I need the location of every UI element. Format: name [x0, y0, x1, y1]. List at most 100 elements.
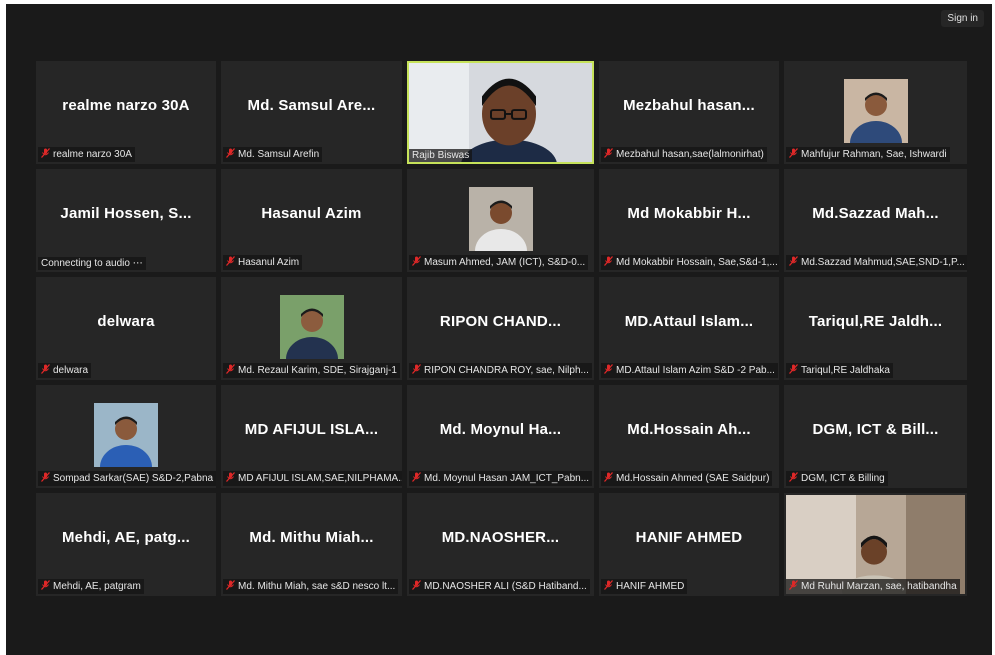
participant-tile-sompad-sarkar-sae-s-d-2-pabna[interactable]: Sompad Sarkar(SAE) S&D-2,Pabna: [36, 385, 216, 488]
participant-tile-ripon-chandra-roy-sae-nilph[interactable]: RIPON CHAND... RIPON CHANDRA ROY, sae, Ni…: [407, 277, 594, 380]
participant-name-label: Md. Moynul Hasan JAM_ICT_Pabn...: [409, 471, 593, 486]
participant-caption-text: Hasanul Azim: [238, 257, 300, 268]
participant-display-name: Md. Samsul Are...: [247, 97, 376, 114]
participant-caption-text: Md. Mithu Miah, sae s&D nesco lt...: [238, 581, 396, 592]
sign-in-button[interactable]: Sign in: [941, 10, 984, 27]
participant-display-name: Md. Moynul Ha...: [439, 421, 562, 438]
participant-tile-mezbahul-hasan-sae-lalmonirhat[interactable]: Mezbahul hasan... Mezbahul hasan,sae(lalm…: [599, 61, 779, 164]
participant-caption-text: Mezbahul hasan,sae(lalmonirhat): [616, 149, 764, 160]
mic-muted-icon: [41, 472, 50, 485]
participant-display-name: MD AFIJUL ISLA...: [244, 421, 379, 438]
participant-display-name: Tariqul,RE Jaldh...: [808, 313, 943, 330]
participant-tile-md-afijul-islam-sae-nilphama[interactable]: MD AFIJUL ISLA... MD AFIJUL ISLAM,SAE,NIL…: [221, 385, 402, 488]
mic-muted-icon: [412, 580, 421, 593]
participant-display-name: Mezbahul hasan...: [623, 97, 755, 114]
participant-tile-connecting-to-audio[interactable]: Jamil Hossen, S... Connecting to audio ⋯: [36, 169, 216, 272]
participant-display-name: Md Mokabbir H...: [627, 205, 751, 222]
participant-name-label: Rajib Biswas: [409, 149, 473, 162]
participant-video: [409, 63, 592, 162]
participant-caption-text: MD.Attaul Islam Azim S&D -2 Pab...: [616, 365, 775, 376]
participant-caption-text: Rajib Biswas: [412, 150, 470, 161]
participant-tile-md-hossain-ahmed-sae-saidpur[interactable]: Md.Hossain Ah... Md.Hossain Ahmed (SAE Sa…: [599, 385, 779, 488]
participant-display-name: Md.Sazzad Mah...: [812, 205, 939, 222]
participant-tile-md-sazzad-mahmud-sae-snd-1-p[interactable]: Md.Sazzad Mah... Md.Sazzad Mahmud,SAE,SND…: [784, 169, 967, 272]
mic-muted-icon: [789, 148, 798, 161]
participant-name-label: MD AFIJUL ISLAM,SAE,NILPHAMA...: [223, 471, 402, 486]
profile-photo: [843, 79, 908, 143]
participant-name-label: Sompad Sarkar(SAE) S&D-2,Pabna: [38, 471, 216, 486]
participant-tile-md-attaul-islam-azim-s-d-2-pab[interactable]: MD.Attaul Islam... MD.Attaul Islam Azim S…: [599, 277, 779, 380]
participant-caption-text: Md. Samsul Arefin: [238, 149, 320, 160]
participant-tile-delwara[interactable]: delwara delwara: [36, 277, 216, 380]
participant-tile-dgm-ict-billing[interactable]: DGM, ICT & Bill... DGM, ICT & Billing: [784, 385, 967, 488]
participant-tile-masum-ahmed-jam-ict-s-d-0[interactable]: Masum Ahmed, JAM (ICT), S&D-0...: [407, 169, 594, 272]
participant-caption-text: Md. Moynul Hasan JAM_ICT_Pabn...: [424, 473, 590, 484]
participant-display-name: MD.Attaul Islam...: [624, 313, 754, 330]
participant-tile-hanif-ahmed[interactable]: HANIF AHMED HANIF AHMED: [599, 493, 779, 596]
participant-name-label: Mahfujur Rahman, Sae, Ishwardi: [786, 147, 950, 162]
profile-photo: [94, 403, 158, 467]
participant-tile-mehdi-ae-patgram[interactable]: Mehdi, AE, patg... Mehdi, AE, patgram: [36, 493, 216, 596]
mic-muted-icon: [789, 580, 798, 593]
participant-tile-rajib-biswas[interactable]: Rajib Biswas: [407, 61, 594, 164]
participant-name-label: RIPON CHANDRA ROY, sae, Nilph...: [409, 363, 592, 378]
mic-muted-icon: [226, 472, 235, 485]
mic-muted-icon: [789, 256, 798, 269]
participant-tile-md-mithu-miah-sae-s-d-nesco-lt[interactable]: Md. Mithu Miah... Md. Mithu Miah, sae s&D…: [221, 493, 402, 596]
participant-tile-md-rezaul-karim-sde-sirajganj-1[interactable]: Md. Rezaul Karim, SDE, Sirajganj-1: [221, 277, 402, 380]
participant-name-label: HANIF AHMED: [601, 579, 688, 594]
participant-name-label: realme narzo 30A: [38, 147, 135, 162]
participant-display-name: HANIF AHMED: [635, 529, 743, 546]
mic-muted-icon: [41, 148, 50, 161]
participant-name-label: Mezbahul hasan,sae(lalmonirhat): [601, 147, 767, 162]
participant-tile-mahfujur-rahman-sae-ishwardi[interactable]: Mahfujur Rahman, Sae, Ishwardi: [784, 61, 967, 164]
mic-muted-icon: [604, 580, 613, 593]
participant-name-label: Masum Ahmed, JAM (ICT), S&D-0...: [409, 255, 589, 270]
meeting-window: Sign in realme narzo 30A realme narzo 30A…: [6, 4, 992, 655]
participant-display-name: Md.Hossain Ah...: [627, 421, 751, 438]
participant-caption-text: MD AFIJUL ISLAM,SAE,NILPHAMA...: [238, 473, 402, 484]
participant-display-name: Jamil Hossen, S...: [60, 205, 192, 222]
participant-caption-text: MD.NAOSHER ALI (S&D Hatiband...: [424, 581, 587, 592]
profile-photo: [468, 187, 533, 251]
participant-name-label: Md. Samsul Arefin: [223, 147, 323, 162]
mic-muted-icon: [41, 364, 50, 377]
participant-tile-md-mokabbir-hossain-sae-s-d-1[interactable]: Md Mokabbir H... Md Mokabbir Hossain, Sae…: [599, 169, 779, 272]
participant-caption-text: Masum Ahmed, JAM (ICT), S&D-0...: [424, 257, 586, 268]
participant-tile-realme-narzo-30a[interactable]: realme narzo 30A realme narzo 30A: [36, 61, 216, 164]
participant-caption-text: Md.Hossain Ahmed (SAE Saidpur): [616, 473, 770, 484]
participant-name-label: delwara: [38, 363, 92, 378]
participant-name-label: Connecting to audio ⋯: [38, 257, 146, 270]
mic-muted-icon: [604, 472, 613, 485]
participant-name-label: DGM, ICT & Billing: [786, 471, 888, 486]
participant-display-name: Md. Mithu Miah...: [249, 529, 374, 546]
participant-tile-md-samsul-arefin[interactable]: Md. Samsul Are... Md. Samsul Arefin: [221, 61, 402, 164]
participant-caption-text: Connecting to audio ⋯: [41, 258, 143, 269]
participant-name-label: Md.Hossain Ahmed (SAE Saidpur): [601, 471, 773, 486]
participant-caption-text: Mahfujur Rahman, Sae, Ishwardi: [801, 149, 947, 160]
participant-display-name: delwara: [97, 313, 155, 330]
participant-display-name: realme narzo 30A: [62, 97, 190, 114]
mic-muted-icon: [226, 256, 235, 269]
mic-muted-icon: [412, 364, 421, 377]
participant-tile-tariqul-re-jaldhaka[interactable]: Tariqul,RE Jaldh... Tariqul,RE Jaldhaka: [784, 277, 967, 380]
participant-tile-md-naosher-ali-s-d-hatiband[interactable]: MD.NAOSHER... MD.NAOSHER ALI (S&D Hatiban…: [407, 493, 594, 596]
participant-name-label: Tariqul,RE Jaldhaka: [786, 363, 893, 378]
participant-caption-text: delwara: [53, 365, 89, 376]
participant-tile-md-ruhul-marzan-sae-hatibandha[interactable]: Md Ruhul Marzan, sae, hatibandha: [784, 493, 967, 596]
participant-caption-text: Md.Sazzad Mahmud,SAE,SND-1,P...: [801, 257, 965, 268]
mic-muted-icon: [789, 472, 798, 485]
mic-muted-icon: [604, 148, 613, 161]
mic-muted-icon: [41, 580, 50, 593]
participant-caption-text: realme narzo 30A: [53, 149, 132, 160]
participant-caption-text: Md Ruhul Marzan, sae, hatibandha: [801, 581, 957, 592]
participant-display-name: MD.NAOSHER...: [441, 529, 560, 546]
participant-tile-hasanul-azim[interactable]: Hasanul Azim Hasanul Azim: [221, 169, 402, 272]
mic-muted-icon: [226, 364, 235, 377]
participant-caption-text: Md Mokabbir Hossain, Sae,S&d-1,...: [616, 257, 778, 268]
participant-name-label: Md Mokabbir Hossain, Sae,S&d-1,...: [601, 255, 779, 270]
participant-caption-text: Sompad Sarkar(SAE) S&D-2,Pabna: [53, 473, 214, 484]
mic-muted-icon: [226, 580, 235, 593]
mic-muted-icon: [412, 256, 421, 269]
participant-tile-md-moynul-hasan-jam-ict-pabn[interactable]: Md. Moynul Ha... Md. Moynul Hasan JAM_ICT…: [407, 385, 594, 488]
